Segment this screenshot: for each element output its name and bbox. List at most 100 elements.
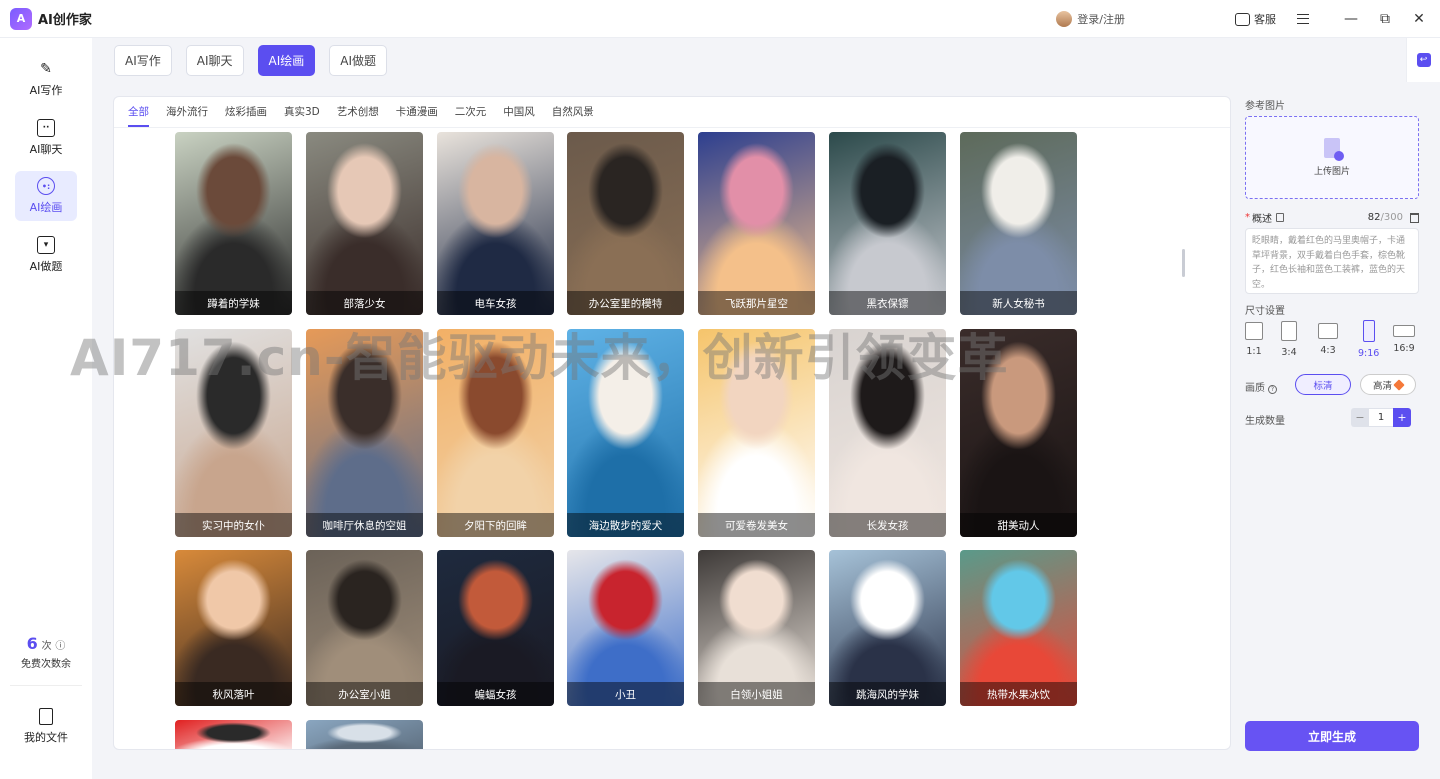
credits-number: 6 xyxy=(26,634,38,653)
category-tab[interactable]: 全部 xyxy=(128,104,149,127)
template-card[interactable]: 新人女秘书 xyxy=(960,132,1077,315)
decrement-button[interactable]: − xyxy=(1351,408,1369,427)
template-caption: 夕阳下的回眸 xyxy=(437,513,554,537)
quality-row: 画质? 标清 高清 xyxy=(1245,374,1421,396)
template-card[interactable]: 白领小姐姐 xyxy=(698,550,815,706)
aspect-ratio-option[interactable]: 4:3 xyxy=(1318,320,1338,356)
sidebar-item-label: AI绘画 xyxy=(29,201,63,214)
tab-writing[interactable]: AI写作 xyxy=(114,45,172,76)
upload-icon xyxy=(1324,138,1344,161)
template-caption: 黑衣保镖 xyxy=(829,291,946,315)
generate-button[interactable]: 立即生成 xyxy=(1245,721,1419,751)
copy-icon[interactable] xyxy=(1276,213,1284,222)
mode-tabs: AI写作 AI聊天 AI绘画 AI做题 xyxy=(114,45,401,76)
ratio-shape-icon xyxy=(1318,323,1338,339)
login-link[interactable]: 登录/注册 xyxy=(1056,11,1125,27)
undo-icon: ↩ xyxy=(1416,53,1431,67)
restore-button[interactable]: ⧉ xyxy=(1372,6,1398,32)
gallery-panel: 全部 海外流行 炫彩插画 真实3D 艺术创想 卡通漫画 二次元 中国风 自然风景 蹲着的学妹 部落… xyxy=(113,96,1231,750)
app-logo: A AI创作家 xyxy=(10,7,92,30)
close-icon: ✕ xyxy=(1413,11,1425,27)
template-caption: 部落少女 xyxy=(306,291,423,315)
category-tab[interactable]: 炫彩插画 xyxy=(225,104,267,127)
template-card[interactable]: 蹲着的学妹 xyxy=(175,132,292,315)
sidebar-item-label: AI写作 xyxy=(29,84,63,97)
template-card[interactable]: 秋风落叶 xyxy=(175,550,292,706)
ratio-shape-icon xyxy=(1281,321,1297,341)
menu-button[interactable] xyxy=(1290,6,1316,32)
quality-hd-button[interactable]: 高清 xyxy=(1360,374,1416,395)
info-icon[interactable]: ⓘ xyxy=(55,641,65,652)
trash-icon[interactable] xyxy=(1410,212,1419,223)
ratio-shape-icon xyxy=(1393,325,1415,337)
increment-button[interactable]: + xyxy=(1393,408,1411,427)
template-caption: 蝙蝠女孩 xyxy=(437,682,554,706)
chat-bubble-icon xyxy=(1235,12,1250,26)
template-card[interactable] xyxy=(175,720,292,749)
template-caption: 蹲着的学妹 xyxy=(175,291,292,315)
aspect-ratio-option[interactable]: 1:1 xyxy=(1245,320,1263,357)
watermark: AI717.cn-智能驱动未来，创新引领变革 xyxy=(70,329,1009,387)
pen-icon: ✎ xyxy=(40,61,52,77)
template-card[interactable]: 跳海风的学妹 xyxy=(829,550,946,706)
collapse-panel-button[interactable]: ↩ xyxy=(1406,38,1440,82)
category-tab[interactable]: 艺术创想 xyxy=(337,104,379,127)
template-caption: 电车女孩 xyxy=(437,291,554,315)
description-textarea[interactable]: 眨眼睛，戴着红色的马里奥帽子，卡通草坪背景，双手戴着白色手套，棕色靴子，红色长袖… xyxy=(1245,228,1419,294)
count-label: 生成数量 xyxy=(1245,416,1285,427)
book-icon: ▾ xyxy=(37,236,55,254)
template-caption: 咖啡厅休息的空姐 xyxy=(306,513,423,537)
template-card[interactable]: 热带水果冰饮 xyxy=(960,550,1077,706)
sidebar-item-painting[interactable]: •: AI绘画 xyxy=(15,171,77,221)
sidebar-item-writing[interactable]: ✎ AI写作 xyxy=(15,54,77,104)
customer-service-button[interactable]: 客服 xyxy=(1235,11,1276,27)
template-card[interactable]: 部落少女 xyxy=(306,132,423,315)
template-card[interactable]: 蝙蝠女孩 xyxy=(437,550,554,706)
category-tab[interactable]: 卡通漫画 xyxy=(396,104,438,127)
template-card[interactable] xyxy=(306,720,423,749)
quality-label-wrap: 画质? xyxy=(1245,379,1277,394)
upload-image-dropzone[interactable]: 上传图片 xyxy=(1245,116,1419,199)
service-label: 客服 xyxy=(1254,13,1276,26)
my-files-button[interactable]: 我的文件 xyxy=(0,708,92,745)
minimize-icon: — xyxy=(1344,11,1358,27)
avatar-icon xyxy=(1056,11,1073,27)
category-tab[interactable]: 中国风 xyxy=(503,104,535,127)
restore-icon: ⧉ xyxy=(1380,11,1390,27)
free-credits: 6 次 ⓘ 免费次数余 xyxy=(0,634,92,670)
aspect-ratio-option[interactable]: 16:9 xyxy=(1393,320,1415,354)
title-bar: A AI创作家 登录/注册 客服 — ⧉ ✕ xyxy=(0,0,1440,38)
template-card[interactable]: 小丑 xyxy=(567,550,684,706)
aspect-ratio-option[interactable]: 3:4 xyxy=(1281,320,1297,358)
credits-unit: 次 xyxy=(41,641,52,652)
sidebar-item-chat[interactable]: ·· AI聊天 xyxy=(15,113,77,163)
category-tab[interactable]: 自然风景 xyxy=(552,104,594,127)
template-caption: 秋风落叶 xyxy=(175,682,292,706)
template-caption: 跳海风的学妹 xyxy=(829,682,946,706)
minimize-button[interactable]: — xyxy=(1338,6,1364,32)
template-card[interactable]: 飞跃那片星空 xyxy=(698,132,815,315)
template-card[interactable]: 电车女孩 xyxy=(437,132,554,315)
app-title: AI创作家 xyxy=(38,13,92,28)
premium-icon xyxy=(1393,378,1405,391)
category-tab[interactable]: 真实3D xyxy=(284,104,320,127)
category-tab[interactable]: 海外流行 xyxy=(166,104,208,127)
tab-chat[interactable]: AI聊天 xyxy=(185,45,244,76)
template-caption: 办公室里的模特 xyxy=(567,291,684,315)
template-card[interactable]: 办公室里的模特 xyxy=(567,132,684,315)
tab-questions[interactable]: AI做题 xyxy=(329,45,387,76)
left-sidebar: ✎ AI写作 ·· AI聊天 •: AI绘画 ▾ AI做题 6 次 ⓘ 免费次数… xyxy=(0,38,92,779)
help-icon[interactable]: ? xyxy=(1268,385,1277,394)
sidebar-item-questions[interactable]: ▾ AI做题 xyxy=(15,230,77,280)
aspect-ratio-option[interactable]: 9:16 xyxy=(1358,320,1379,359)
quality-standard-button[interactable]: 标清 xyxy=(1295,374,1351,395)
template-caption: 实习中的女仆 xyxy=(175,513,292,537)
scrollbar-thumb[interactable] xyxy=(1182,249,1185,277)
quantity-input[interactable]: 1 xyxy=(1369,408,1393,427)
category-tab[interactable]: 二次元 xyxy=(455,104,487,127)
template-caption: 办公室小姐 xyxy=(306,682,423,706)
template-card[interactable]: 黑衣保镖 xyxy=(829,132,946,315)
tab-painting[interactable]: AI绘画 xyxy=(257,45,316,76)
template-card[interactable]: 办公室小姐 xyxy=(306,550,423,706)
close-button[interactable]: ✕ xyxy=(1406,6,1432,32)
